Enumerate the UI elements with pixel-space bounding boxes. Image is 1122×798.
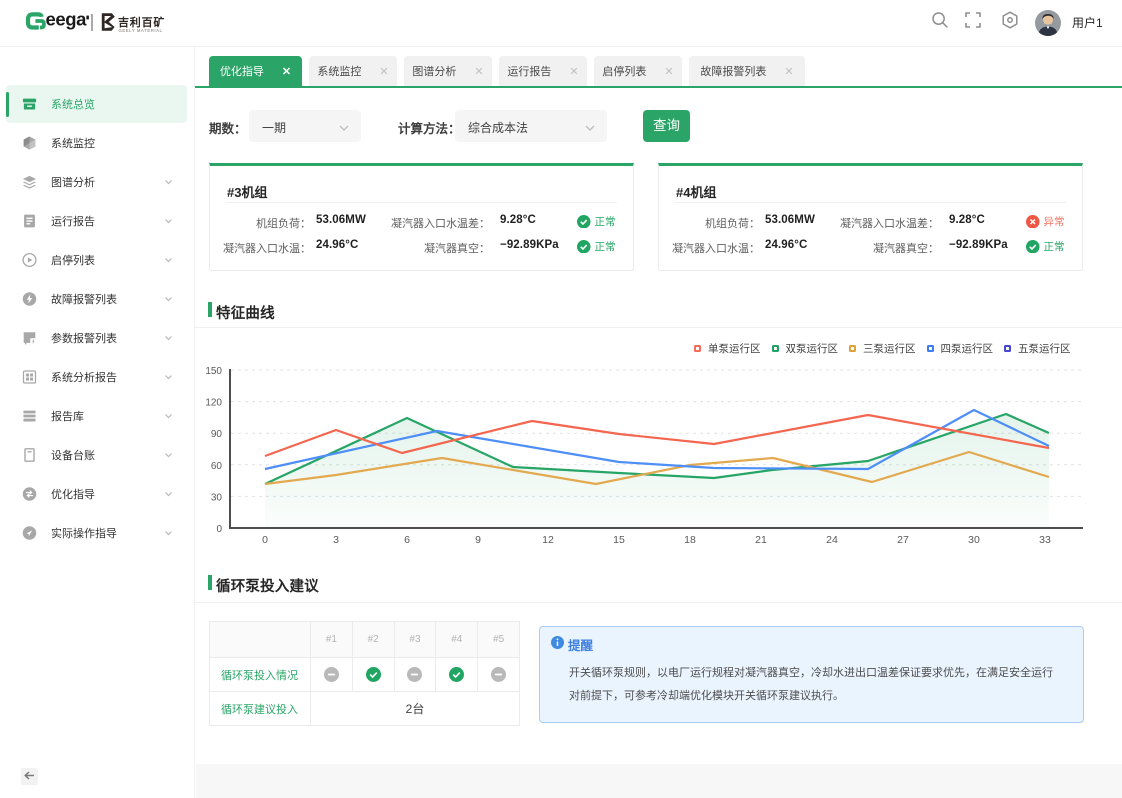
svg-text:0: 0 — [216, 524, 222, 535]
svg-text:15: 15 — [613, 534, 625, 546]
svg-text:21: 21 — [755, 534, 767, 546]
svg-text:9: 9 — [475, 534, 481, 546]
svg-text:30: 30 — [968, 534, 980, 546]
svg-text:24: 24 — [826, 534, 838, 546]
svg-text:0: 0 — [262, 534, 268, 546]
svg-text:150: 150 — [205, 366, 222, 377]
svg-text:12: 12 — [542, 534, 554, 546]
svg-text:90: 90 — [211, 429, 223, 440]
svg-text:eega: eega — [46, 8, 88, 29]
svg-text:3: 3 — [333, 534, 339, 546]
svg-text:120: 120 — [205, 398, 222, 409]
svg-text:33: 33 — [1039, 534, 1051, 546]
svg-text:27: 27 — [897, 534, 909, 546]
svg-text:18: 18 — [684, 534, 696, 546]
svg-text:GEELY MATERIAL: GEELY MATERIAL — [119, 28, 163, 33]
svg-text:吉利百矿: 吉利百矿 — [118, 15, 165, 29]
svg-text:30: 30 — [211, 492, 223, 503]
svg-text:6: 6 — [404, 534, 410, 546]
svg-text:60: 60 — [211, 461, 223, 472]
